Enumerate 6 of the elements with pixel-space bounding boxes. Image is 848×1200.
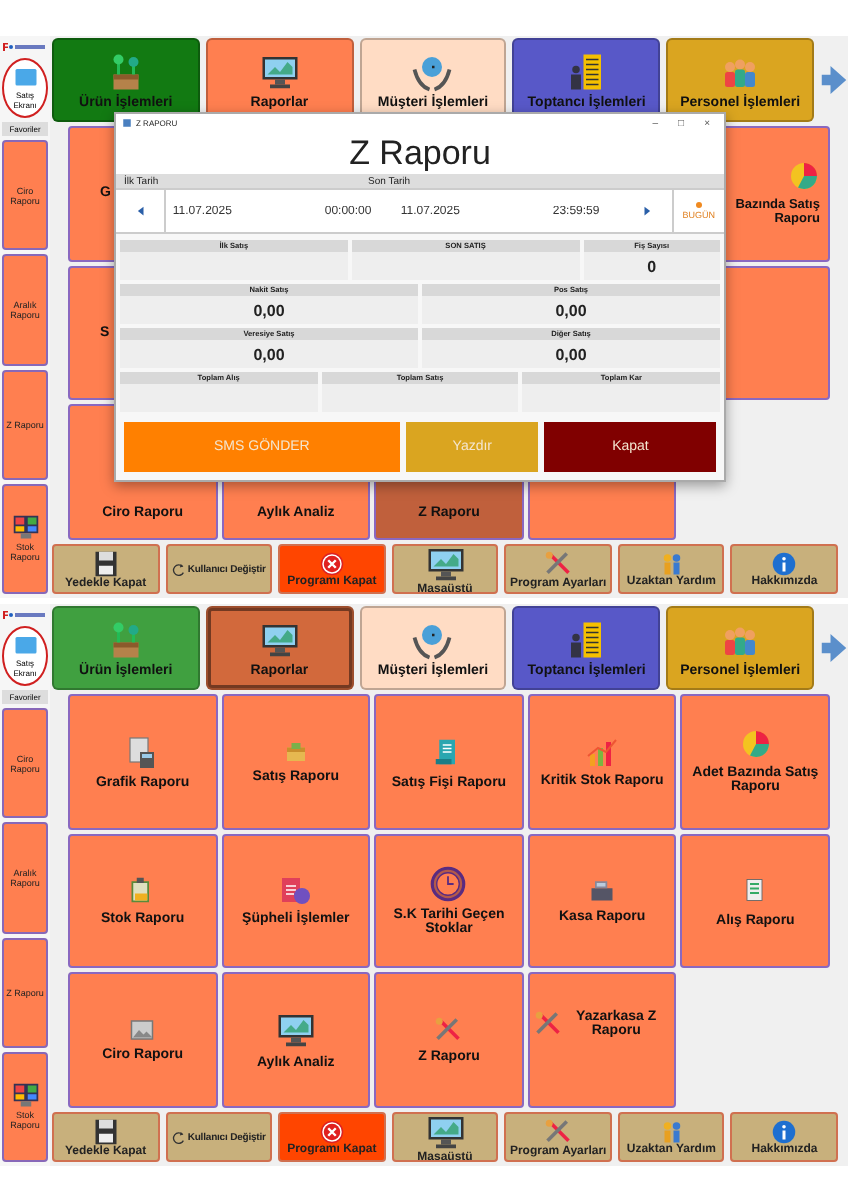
stat-value: 0 (583, 252, 720, 280)
stat-value: 0,00 (120, 340, 418, 368)
dialog-heading: Z Raporu (116, 132, 724, 174)
stat-value: 0,00 (120, 296, 418, 324)
stat-value: 0,00 (422, 296, 720, 324)
stat-value: 0,00 (422, 340, 720, 368)
